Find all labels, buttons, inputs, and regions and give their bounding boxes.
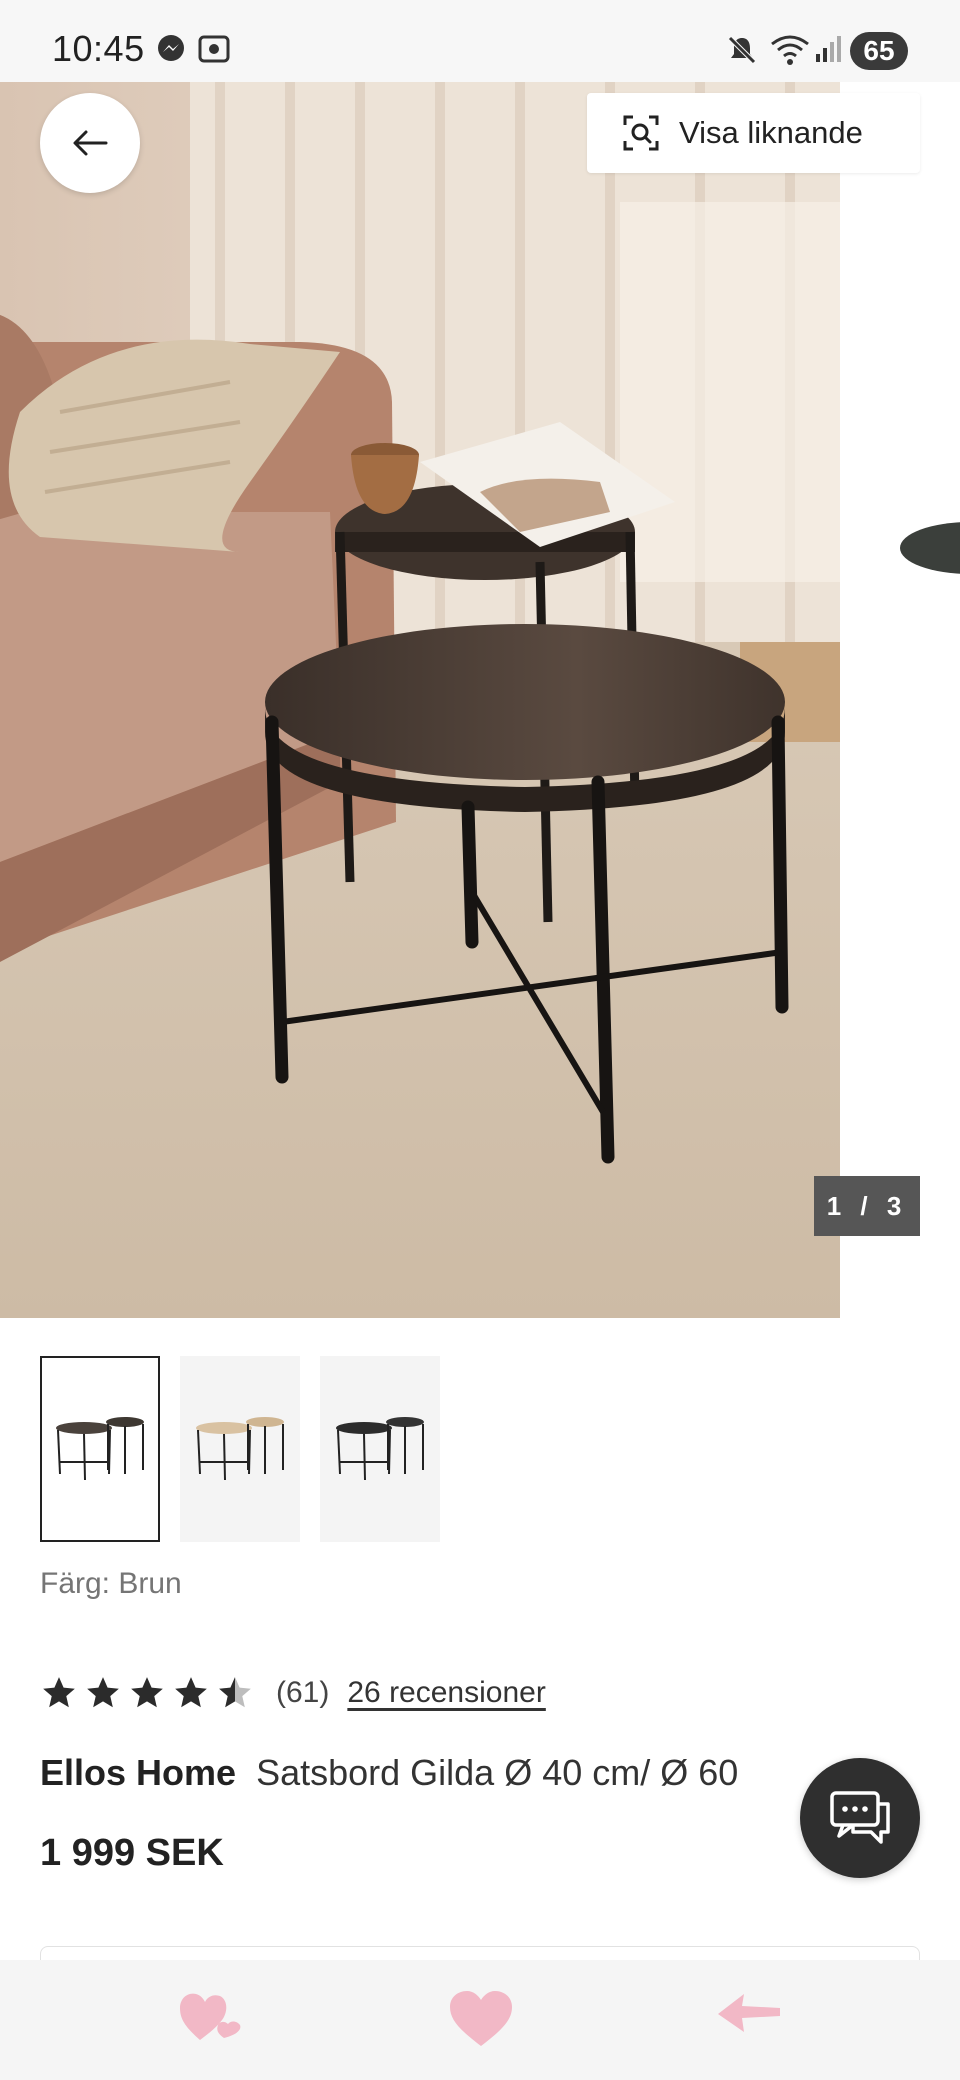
bottom-bar xyxy=(0,1960,960,2080)
screen-record-icon xyxy=(198,35,230,63)
next-slide-peek[interactable] xyxy=(840,82,960,1318)
thumbnail-strip xyxy=(40,1356,440,1542)
heart-icon[interactable] xyxy=(446,1988,516,2050)
rating-row: (61) 26 recensioner xyxy=(40,1668,546,1718)
reviews-link[interactable]: 26 recensioner xyxy=(347,1676,545,1710)
status-bar: 10:45 65 xyxy=(0,0,960,82)
mute-icon xyxy=(728,36,756,64)
product-title: Ellos Home Satsbord Gilda Ø 40 cm/ Ø 60 xyxy=(40,1752,840,1794)
arrow-left-icon[interactable] xyxy=(714,1988,784,2038)
product-brand[interactable]: Ellos Home xyxy=(40,1752,236,1793)
hearts-icon[interactable] xyxy=(178,1988,248,2048)
product-price: 1 999 SEK xyxy=(40,1832,224,1874)
product-name: Satsbord Gilda Ø 40 cm/ Ø 60 xyxy=(256,1752,739,1793)
star-full-icon xyxy=(131,1677,163,1708)
thumbnail-brown[interactable] xyxy=(40,1356,160,1542)
product-image[interactable] xyxy=(0,82,840,1318)
arrow-left-icon xyxy=(73,130,108,156)
thumbnail-natural[interactable] xyxy=(180,1356,300,1542)
messenger-icon xyxy=(158,35,184,61)
visual-search-icon xyxy=(623,115,659,151)
star-full-icon xyxy=(175,1677,207,1708)
chat-icon xyxy=(830,1791,890,1844)
battery-indicator: 65 xyxy=(850,32,908,70)
status-time: 10:45 xyxy=(52,28,145,69)
wifi-icon xyxy=(771,35,809,65)
rating-stars xyxy=(40,1674,254,1712)
star-half-icon xyxy=(219,1677,251,1708)
back-button[interactable] xyxy=(40,93,140,193)
image-counter: 1 / 3 xyxy=(814,1176,920,1236)
thumbnail-black[interactable] xyxy=(320,1356,440,1542)
signal-icon xyxy=(816,36,841,62)
star-full-icon xyxy=(43,1677,75,1708)
rating-count: (61) xyxy=(276,1676,330,1709)
show-similar-label: Visa liknande xyxy=(679,115,863,150)
show-similar-button[interactable]: Visa liknande xyxy=(587,93,920,173)
chat-button[interactable] xyxy=(800,1758,920,1878)
star-full-icon xyxy=(87,1677,119,1708)
color-label: Färg: Brun xyxy=(40,1567,182,1600)
